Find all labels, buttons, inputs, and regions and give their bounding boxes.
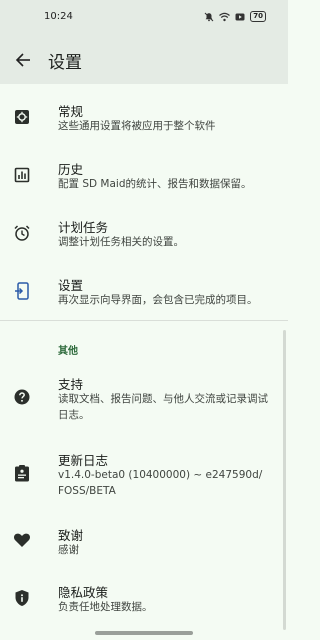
- app-bar: 设置: [0, 36, 288, 84]
- settings-item-support[interactable]: 支持 读取文档、报告问题、与他人交流或记录调试日志。: [0, 362, 288, 438]
- help-icon: [13, 388, 31, 406]
- mute-icon: [204, 12, 214, 21]
- settings-item-setup[interactable]: 设置 再次显示向导界面，会包含已完成的项目。: [0, 262, 288, 318]
- divider: [0, 320, 288, 321]
- wifi-icon: [219, 12, 231, 21]
- settings-item-privacy[interactable]: 隐私政策 负责任地处理数据。: [0, 572, 288, 626]
- settings-item-desc: 再次显示向导界面，会包含已完成的项目。: [58, 294, 258, 306]
- setup-icon: [13, 282, 31, 300]
- settings-item-desc: 感谢: [58, 544, 79, 556]
- status-bar: 10:24 70: [0, 0, 288, 36]
- settings-item-desc: 负责任地处理数据。: [58, 601, 153, 613]
- chart-icon: [13, 166, 31, 184]
- home-indicator[interactable]: [95, 631, 193, 635]
- notification-icon: [235, 13, 245, 20]
- settings-item-acknowledgements[interactable]: 致谢 感谢: [0, 516, 288, 568]
- settings-item-desc: 这些通用设置将被应用于整个软件: [58, 120, 216, 132]
- settings-item-desc: 配置 SD Maid的统计、报告和数据保留。: [58, 178, 252, 190]
- arrow-left-icon: [15, 53, 30, 67]
- settings-item-history[interactable]: 历史 配置 SD Maid的统计、报告和数据保留。: [0, 146, 288, 202]
- section-header-other: 其他: [58, 346, 78, 357]
- shield-icon: [13, 589, 31, 607]
- settings-item-scheduler[interactable]: 计划任务 调整计划任务相关的设置。: [0, 204, 288, 260]
- heart-icon: [13, 531, 31, 549]
- status-time: 10:24: [44, 11, 73, 22]
- status-icons: 70: [204, 11, 266, 22]
- changelog-icon: [13, 464, 31, 482]
- settings-item-desc: v1.4.0-beta0 (10400000) ~ e247590d/ FOSS…: [58, 469, 263, 497]
- battery-indicator: 70: [250, 11, 266, 22]
- alarm-icon: [13, 224, 31, 242]
- gear-icon: [13, 108, 31, 126]
- settings-item-changelog[interactable]: 更新日志 v1.4.0-beta0 (10400000) ~ e247590d/…: [0, 440, 288, 514]
- page-title: 设置: [48, 53, 82, 73]
- back-button[interactable]: [9, 46, 37, 74]
- settings-item-desc: 读取文档、报告问题、与他人交流或记录调试日志。: [58, 393, 268, 421]
- scrollbar[interactable]: [283, 330, 286, 630]
- settings-item-general[interactable]: 常规 这些通用设置将被应用于整个软件: [0, 88, 288, 144]
- settings-item-desc: 调整计划任务相关的设置。: [58, 236, 184, 248]
